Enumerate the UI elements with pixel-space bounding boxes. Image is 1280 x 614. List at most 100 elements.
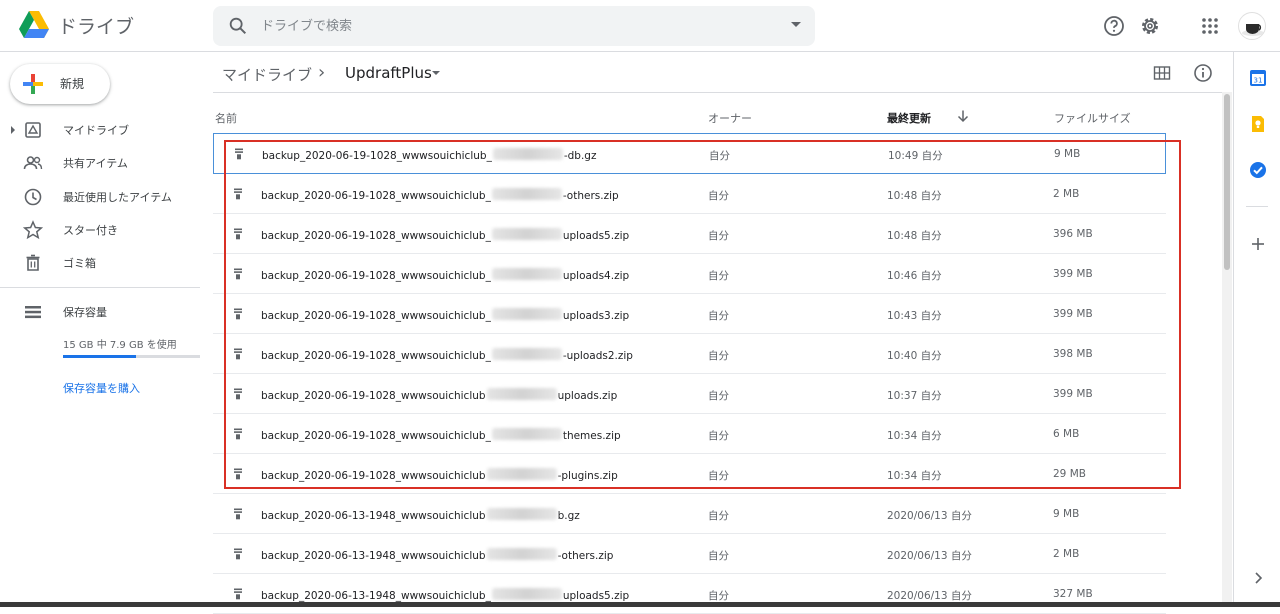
file-name-suffix: uploads4.zip	[562, 270, 630, 282]
redacted-text	[491, 348, 562, 360]
sidebar-item-my-drive[interactable]: マイドライブ	[0, 114, 200, 146]
file-row[interactable]: backup_2020-06-13-1948_wwwsouichiclub_ up…	[213, 574, 1166, 614]
search-icon[interactable]	[227, 15, 249, 37]
file-modified: 10:34 自分	[887, 430, 942, 442]
trash-icon	[26, 254, 40, 271]
file-name-suffix: b.gz	[557, 510, 580, 522]
help-icon[interactable]	[1102, 14, 1126, 38]
file-modified: 2020/06/13 自分	[887, 550, 972, 562]
info-icon[interactable]	[1193, 63, 1213, 83]
file-name-suffix: uploads5.zip	[562, 590, 630, 602]
file-row[interactable]: backup_2020-06-13-1948_wwwsouichiclub b.g…	[213, 494, 1166, 534]
file-row[interactable]: backup_2020-06-19-1028_wwwsouichiclub_ -o…	[213, 174, 1166, 214]
tasks-icon[interactable]	[1248, 160, 1268, 180]
file-name: backup_2020-06-19-1028_wwwsouichiclub_ th…	[261, 428, 621, 442]
file-name: backup_2020-06-19-1028_wwwsouichiclub upl…	[261, 388, 617, 402]
apps-grid-icon[interactable]	[1198, 14, 1222, 38]
file-row[interactable]: backup_2020-06-19-1028_wwwsouichiclub_ -d…	[213, 133, 1166, 174]
sidebar-item-trash[interactable]: ゴミ箱	[0, 247, 200, 279]
file-row[interactable]: backup_2020-06-19-1028_wwwsouichiclub_ th…	[213, 414, 1166, 454]
new-button-label: 新規	[60, 77, 85, 91]
breadcrumb-root[interactable]: マイドライブ	[222, 64, 312, 85]
file-modified: 2020/06/13 自分	[887, 590, 972, 602]
archive-file-icon	[234, 188, 242, 200]
file-row[interactable]: backup_2020-06-19-1028_wwwsouichiclub_ up…	[213, 294, 1166, 334]
settings-gear-icon[interactable]	[1138, 14, 1162, 38]
folder-dropdown-icon[interactable]	[432, 71, 440, 75]
file-modified: 10:37 自分	[887, 390, 942, 402]
sidebar-item-starred[interactable]: スター付き	[0, 214, 200, 246]
calendar-icon[interactable]: 31	[1248, 68, 1268, 88]
sidebar-item-shared[interactable]: 共有アイテム	[0, 147, 200, 179]
column-header-size[interactable]: ファイルサイズ	[1054, 110, 1131, 126]
sidebar-item-label: スター付き	[63, 224, 118, 237]
sidebar-divider	[0, 287, 200, 288]
file-name: backup_2020-06-19-1028_wwwsouichiclub_ up…	[261, 228, 629, 242]
collapse-panel-chevron-icon[interactable]	[1248, 568, 1268, 588]
file-owner: 自分	[708, 350, 729, 362]
file-row[interactable]: backup_2020-06-19-1028_wwwsouichiclub_ -u…	[213, 334, 1166, 374]
file-name-suffix: -others.zip	[557, 550, 614, 562]
file-size: 2 MB	[1053, 548, 1080, 560]
account-avatar[interactable]	[1238, 12, 1266, 40]
taskbar-strip	[0, 602, 1280, 607]
file-owner: 自分	[708, 390, 729, 402]
file-row[interactable]: backup_2020-06-19-1028_wwwsouichiclub_ up…	[213, 254, 1166, 294]
file-owner: 自分	[708, 190, 729, 202]
storage-progress-fill	[63, 355, 136, 358]
storage-progress-bar	[63, 355, 200, 358]
redacted-text	[486, 508, 557, 520]
file-owner: 自分	[708, 510, 729, 522]
file-row[interactable]: backup_2020-06-19-1028_wwwsouichiclub upl…	[213, 374, 1166, 414]
keep-icon[interactable]	[1248, 114, 1268, 134]
redacted-text	[491, 268, 562, 280]
file-name-prefix: backup_2020-06-19-1028_wwwsouichiclub	[261, 470, 486, 482]
file-name-prefix: backup_2020-06-19-1028_wwwsouichiclub_	[261, 230, 491, 242]
add-addon-plus-icon[interactable]	[1248, 234, 1268, 254]
archive-file-icon	[234, 548, 242, 560]
archive-file-icon	[234, 268, 242, 280]
file-name-suffix: uploads.zip	[557, 390, 618, 402]
search-input[interactable]	[261, 15, 761, 37]
recent-icon	[24, 188, 42, 206]
file-owner: 自分	[708, 270, 729, 282]
storage-icon	[25, 306, 41, 319]
breadcrumb-current[interactable]: UpdraftPlus	[345, 64, 432, 82]
sidebar-item-label: 最近使用したアイテム	[63, 191, 172, 204]
file-owner: 自分	[708, 590, 729, 602]
star-icon	[23, 220, 43, 240]
scrollbar-thumb[interactable]	[1224, 94, 1230, 270]
storage-usage-text: 15 GB 中 7.9 GB を使用	[63, 340, 177, 351]
column-header-modified[interactable]: 最終更新	[887, 110, 931, 126]
sort-down-arrow-icon[interactable]	[956, 109, 970, 123]
file-name-prefix: backup_2020-06-19-1028_wwwsouichiclub_	[261, 350, 491, 362]
column-header-owner[interactable]: オーナー	[708, 110, 752, 126]
svg-text:31: 31	[1254, 77, 1263, 85]
new-button[interactable]: 新規	[10, 64, 110, 104]
file-name-prefix: backup_2020-06-19-1028_wwwsouichiclub	[261, 390, 486, 402]
file-size: 9 MB	[1053, 508, 1080, 520]
file-row[interactable]: backup_2020-06-19-1028_wwwsouichiclub -pl…	[213, 454, 1166, 494]
sidebar-item-recent[interactable]: 最近使用したアイテム	[0, 181, 200, 213]
redacted-text	[486, 548, 557, 560]
drive-logo-icon[interactable]	[18, 10, 50, 40]
grid-view-icon[interactable]	[1153, 64, 1171, 82]
file-name-prefix: backup_2020-06-19-1028_wwwsouichiclub_	[261, 190, 491, 202]
file-size: 396 MB	[1053, 228, 1093, 240]
file-name-suffix: -uploads2.zip	[562, 350, 633, 362]
file-row[interactable]: backup_2020-06-13-1948_wwwsouichiclub -ot…	[213, 534, 1166, 574]
archive-file-icon	[234, 588, 242, 600]
buy-storage-link[interactable]: 保存容量を購入	[63, 380, 140, 396]
sidebar-item-label: ゴミ箱	[63, 257, 96, 270]
redacted-text	[486, 468, 557, 480]
file-row[interactable]: backup_2020-06-19-1028_wwwsouichiclub_ up…	[213, 214, 1166, 254]
scrollbar[interactable]	[1222, 92, 1232, 607]
file-size: 29 MB	[1053, 468, 1086, 480]
search-bar[interactable]	[213, 6, 815, 46]
column-header-name[interactable]: 名前	[215, 110, 237, 126]
expand-chevron-icon[interactable]	[11, 126, 15, 134]
file-size: 2 MB	[1053, 188, 1080, 200]
search-options-dropdown-icon[interactable]	[791, 22, 801, 27]
sidebar-item-storage[interactable]: 保存容量	[0, 296, 200, 328]
file-name: backup_2020-06-19-1028_wwwsouichiclub -pl…	[261, 468, 618, 482]
